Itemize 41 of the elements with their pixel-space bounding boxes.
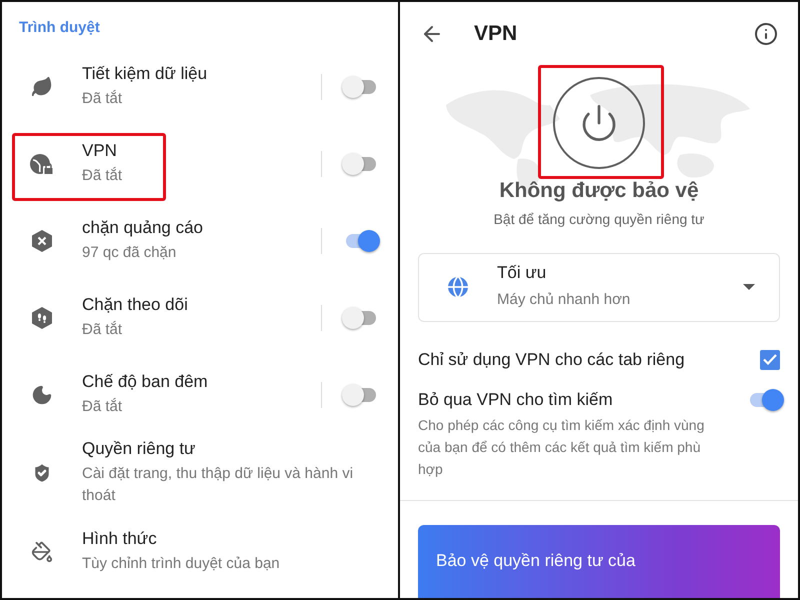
- item-subtitle: Đã tắt: [82, 396, 124, 416]
- location-selector[interactable]: Tối ưu Máy chủ nhanh hơn: [418, 252, 780, 322]
- settings-item[interactable]: Tiết kiệm dữ liệu Đã tắt: [2, 48, 398, 125]
- item-subtitle: Đã tắt: [82, 88, 124, 108]
- item-subtitle: 97 qc đã chặn: [82, 242, 178, 262]
- info-icon[interactable]: [754, 22, 778, 46]
- moon-icon: [31, 384, 53, 406]
- status-hint: Bật để tăng cường quyền riêng tư: [492, 210, 706, 227]
- checkbox[interactable]: [760, 350, 780, 370]
- item-subtitle: Đã tắt: [82, 320, 124, 340]
- item-subtitle: Đã tắt: [82, 166, 124, 186]
- hexagon-footprints-icon: [31, 306, 53, 330]
- item-title: Chế độ ban đêm: [82, 372, 209, 392]
- globe-lock-icon: [29, 152, 55, 176]
- screen-title: VPN: [474, 22, 518, 46]
- item-subtitle: Cài đặt trang, thu thập dữ liệu và hành vi thoát: [82, 464, 354, 506]
- vpn-status: Không được bảo vệ: [498, 178, 700, 203]
- caret-icon: [743, 284, 755, 290]
- settings-item[interactable]: chặn quảng cáo 97 qc đã chặn: [2, 202, 398, 279]
- power-button[interactable]: [553, 77, 645, 170]
- option-description: Cho phép các công cụ tìm kiếm xác định vùng của bạn để có thêm các kết quả tìm kiếm phù hợp: [417, 416, 706, 479]
- paint-bucket-icon: [31, 540, 53, 562]
- hexagon-x-icon: [31, 228, 53, 252]
- item-title: Tiết kiệm dữ liệu: [82, 64, 208, 84]
- settings-item[interactable]: Hình thức Tùy chỉnh trình duyệt của bạn: [2, 513, 398, 590]
- settings-item[interactable]: Chế độ ban đêm Đã tắt: [2, 356, 398, 433]
- promo-banner[interactable]: Bảo vệ quyền riêng tư của: [418, 524, 780, 598]
- item-title: Hình thức: [82, 528, 158, 548]
- item-title: Chặn theo dõi: [82, 294, 189, 314]
- settings-item[interactable]: VPN Đã tắt: [2, 125, 398, 202]
- section-title: Trình duyệt: [18, 18, 101, 38]
- settings-item[interactable]: Chặn theo dõi Đã tắt: [2, 279, 398, 356]
- promo-text: Bảo vệ quyền riêng tư của: [436, 550, 636, 572]
- item-subtitle: Tùy chỉnh trình duyệt của bạn: [82, 554, 281, 574]
- option-label: Bỏ qua VPN cho tìm kiếm: [418, 390, 614, 410]
- item-title: VPN: [82, 140, 118, 160]
- settings-item[interactable]: Quyền riêng tư Cài đặt trang, thu thập dữ liệu và hành vi thoát: [2, 433, 398, 513]
- option-label: Chỉ sử dụng VPN cho các tab riêng: [418, 350, 686, 370]
- item-title: Quyền riêng tư: [82, 439, 196, 459]
- leaf-icon: [31, 76, 53, 98]
- item-title: chặn quảng cáo: [82, 218, 204, 238]
